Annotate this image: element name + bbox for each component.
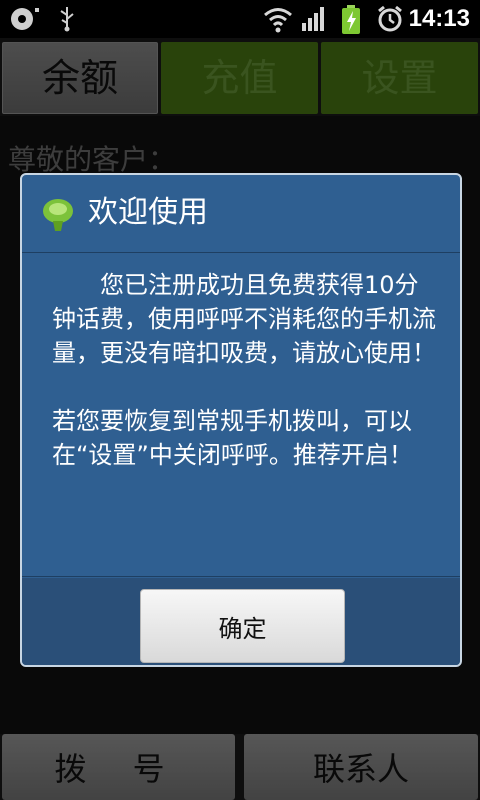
dialog-message: 您已注册成功且免费获得10分钟话费，使用呼呼不消耗您的手机流量，更没有暗扣吸费，… bbox=[52, 271, 436, 469]
cd-icon bbox=[11, 8, 39, 30]
dialog-footer: 确定 bbox=[22, 578, 460, 665]
status-time: 14:13 bbox=[408, 5, 470, 32]
usb-icon bbox=[60, 7, 74, 32]
battery-charging-icon bbox=[342, 5, 360, 34]
alarm-icon bbox=[378, 5, 402, 32]
ok-button[interactable]: 确定 bbox=[140, 589, 345, 663]
dialog-header: 欢迎使用 bbox=[22, 175, 460, 253]
app-logo-icon bbox=[43, 199, 73, 231]
status-bar: 14:13 bbox=[0, 0, 480, 38]
welcome-dialog: 欢迎使用 您已注册成功且免费获得10分钟话费，使用呼呼不消耗您的手机流量，更没有… bbox=[20, 173, 462, 667]
dialog-body: 您已注册成功且免费获得10分钟话费，使用呼呼不消耗您的手机流量，更没有暗扣吸费，… bbox=[22, 254, 460, 577]
signal-icon bbox=[302, 7, 324, 31]
wifi-icon bbox=[264, 8, 292, 33]
dialog-title: 欢迎使用 bbox=[88, 195, 208, 230]
